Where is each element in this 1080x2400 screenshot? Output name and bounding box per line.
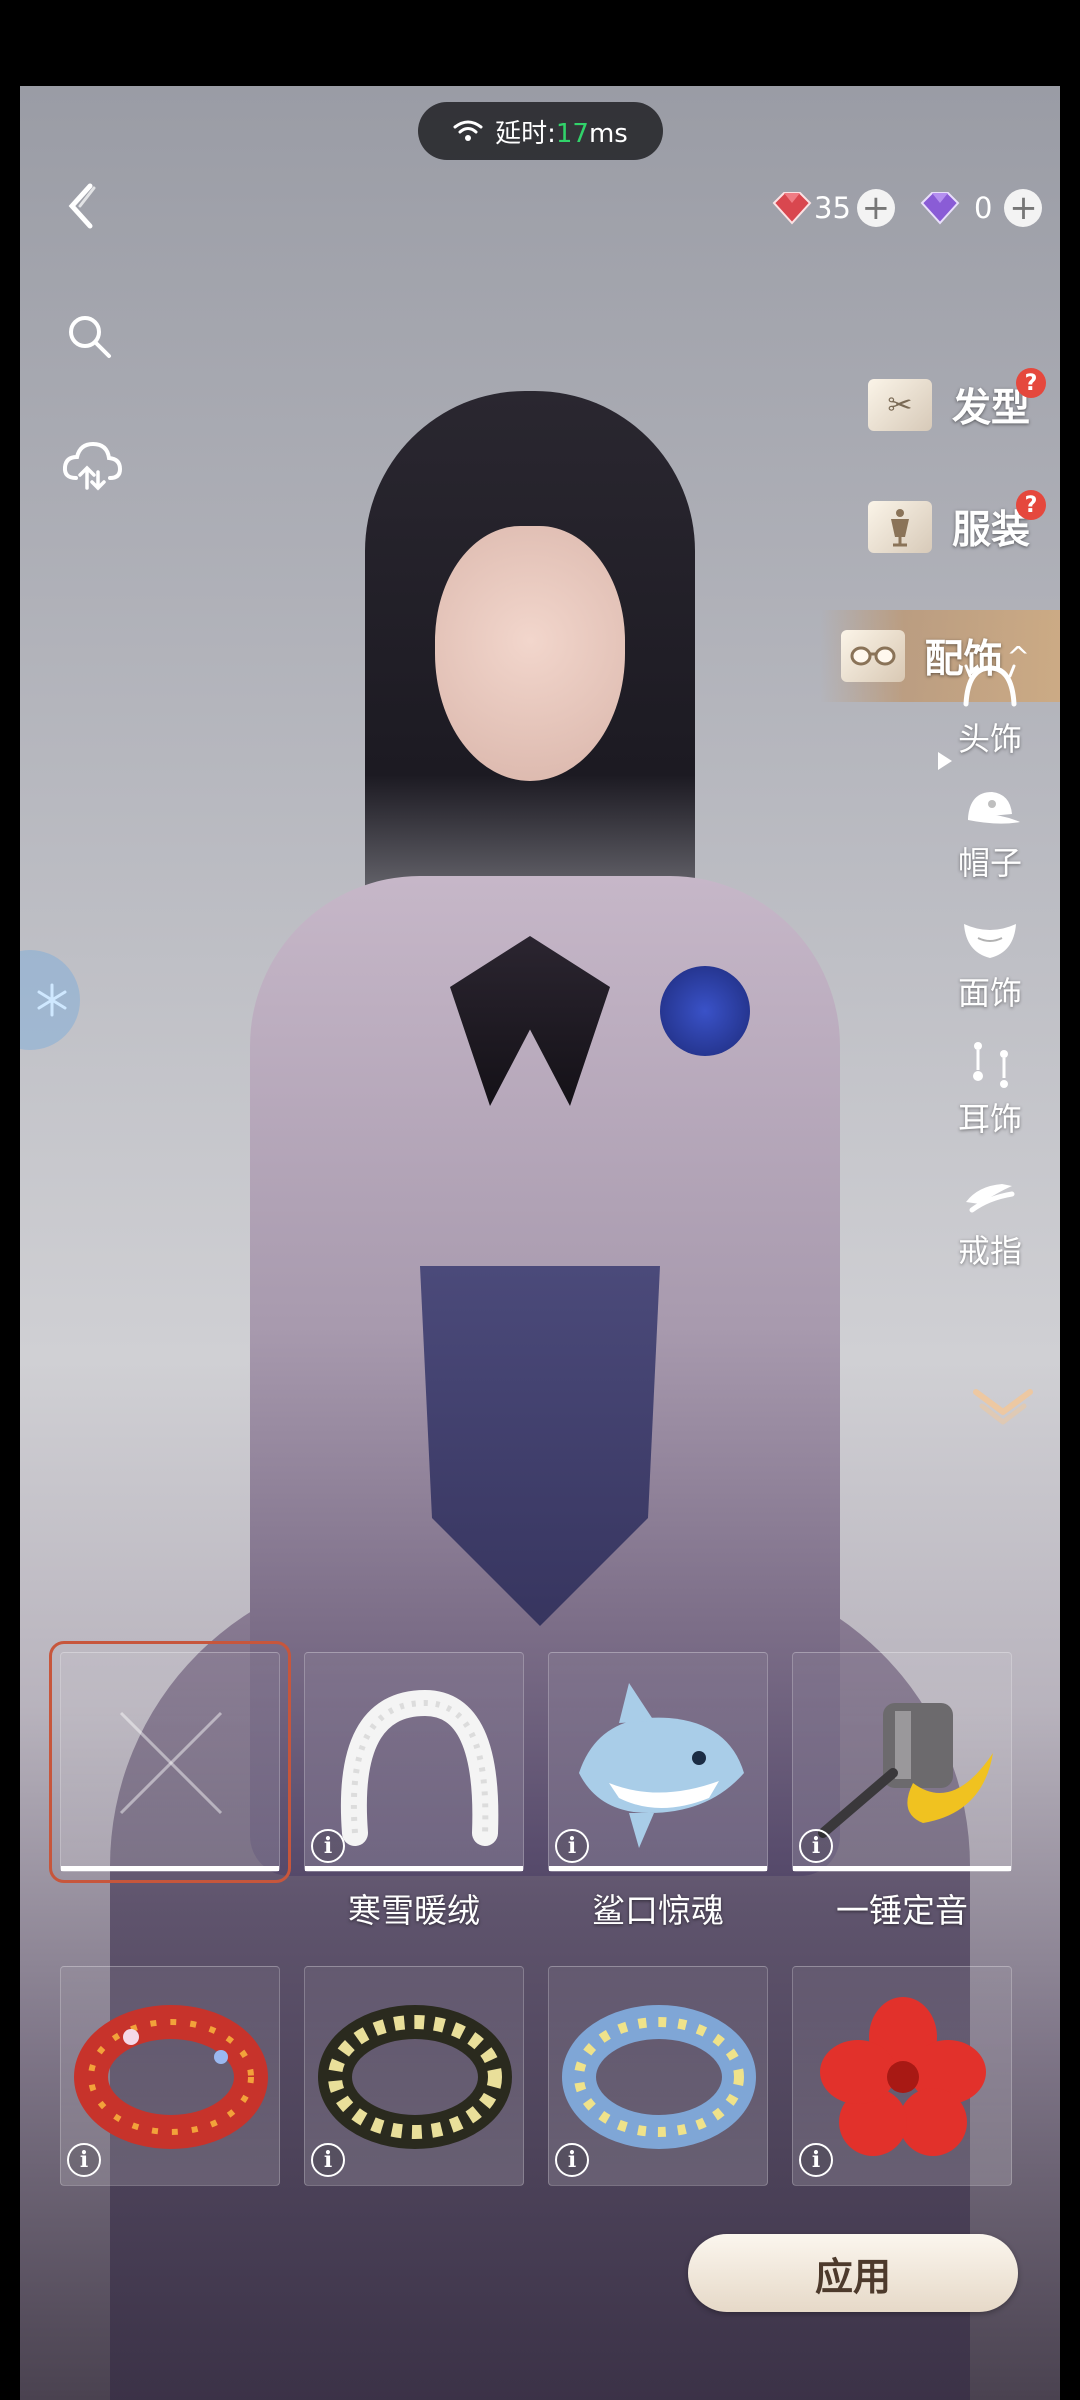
search-icon[interactable]: [65, 312, 113, 360]
item-card[interactable]: i: [548, 1652, 768, 1872]
item-info-button[interactable]: i: [311, 1829, 345, 1863]
yellow-flower-wreath-icon: [318, 2005, 512, 2149]
wifi-icon: [453, 120, 483, 141]
earring-icon: [973, 1042, 1008, 1088]
subcategory-ring-label: 戒指: [957, 1232, 1022, 1270]
item-info-button[interactable]: i: [555, 1829, 589, 1863]
red-hibiscus-icon: [820, 1997, 986, 2156]
subcategory-face-accessory[interactable]: 面饰: [940, 914, 1040, 1032]
latency-label: 延时:: [495, 118, 556, 149]
character-face: [435, 526, 625, 781]
item-info-button[interactable]: i: [67, 2143, 101, 2177]
shark-hairclip-icon: [579, 1683, 744, 1848]
subcategory-hat-label: 帽子: [957, 844, 1022, 882]
item-baseline: [549, 1866, 767, 1871]
customization-screen: 延时:17ms 35 + 0 + ✂ 发型 ? 服装 ? 配饰 ^ 头饰 帽子 …: [20, 86, 1060, 2400]
item-name: 寒雪暖绒: [348, 1891, 480, 1930]
scissors-icon: ✂: [867, 379, 932, 431]
ring-icon: [966, 1184, 1015, 1213]
apply-button[interactable]: 应用: [688, 2234, 1018, 2312]
item-name: 一锤定音: [836, 1891, 968, 1930]
outfit-help-badge[interactable]: ?: [1016, 490, 1046, 520]
white-fluffy-headband-icon: [340, 1689, 499, 1846]
character-rose: [660, 966, 750, 1056]
item-info-button[interactable]: i: [799, 1829, 833, 1863]
subcategory-earrings[interactable]: 耳饰: [940, 1040, 1040, 1158]
item-card[interactable]: i: [548, 1966, 768, 2186]
item-baseline: [793, 1866, 1011, 1871]
item-card[interactable]: i: [304, 1652, 524, 1872]
hairstyle-help-badge[interactable]: ?: [1016, 368, 1046, 398]
hammer-hairpin-icon: [818, 1703, 993, 1838]
none-icon: [119, 1711, 223, 1815]
item-baseline: [305, 1866, 523, 1871]
purple-crystal-icon: [920, 192, 960, 225]
subcategory-headwear[interactable]: 头饰: [940, 660, 1040, 778]
red-crystal-icon: [772, 192, 812, 225]
item-info-button[interactable]: i: [799, 2143, 833, 2177]
subcategory-ring[interactable]: 戒指: [940, 1172, 1040, 1290]
currency-red: 35 +: [768, 186, 895, 230]
category-outfit[interactable]: 服装 ?: [820, 484, 1060, 570]
currency-purple-amount: 0: [974, 191, 993, 225]
item-card[interactable]: i: [60, 1966, 280, 2186]
category-hairstyle[interactable]: ✂ 发型 ?: [820, 362, 1060, 448]
item-baseline: [61, 1866, 279, 1871]
headband-icon: [963, 664, 1017, 707]
currency-red-amount: 35: [814, 191, 851, 225]
mask-icon: [964, 924, 1016, 958]
latency-indicator: 延时:17ms: [418, 102, 663, 160]
back-icon[interactable]: [58, 176, 108, 236]
add-red-crystal-button[interactable]: +: [856, 189, 895, 227]
item-card[interactable]: i: [792, 1652, 1012, 1872]
snowflake-icon: [37, 983, 67, 1017]
latency-value: 17: [555, 118, 589, 149]
blue-flower-wreath-icon: [562, 2005, 756, 2149]
item-info-button[interactable]: i: [311, 2143, 345, 2177]
glasses-icon: [840, 630, 905, 682]
cap-icon: [968, 792, 1020, 824]
subcategory-headwear-label: 头饰: [957, 720, 1022, 758]
item-none[interactable]: [49, 1641, 291, 1883]
subcategory-earrings-label: 耳饰: [957, 1100, 1022, 1138]
item-name: 鲨口惊魂: [592, 1891, 724, 1930]
add-purple-crystal-button[interactable]: +: [1004, 189, 1043, 227]
subcategory-face-accessory-label: 面饰: [957, 974, 1022, 1012]
red-flower-wreath-icon: [74, 2005, 268, 2149]
mannequin-icon: [867, 501, 932, 553]
currency-purple: 0 +: [916, 186, 1043, 230]
item-card[interactable]: i: [304, 1966, 524, 2186]
expand-more-icon[interactable]: [968, 1378, 1038, 1438]
floating-assist-button[interactable]: [20, 950, 80, 1050]
subcategory-hat[interactable]: 帽子: [940, 784, 1040, 902]
latency-unit: ms: [588, 118, 628, 149]
cloud-sync-icon[interactable]: [60, 438, 124, 494]
item-info-button[interactable]: i: [555, 2143, 589, 2177]
item-card[interactable]: i: [792, 1966, 1012, 2186]
